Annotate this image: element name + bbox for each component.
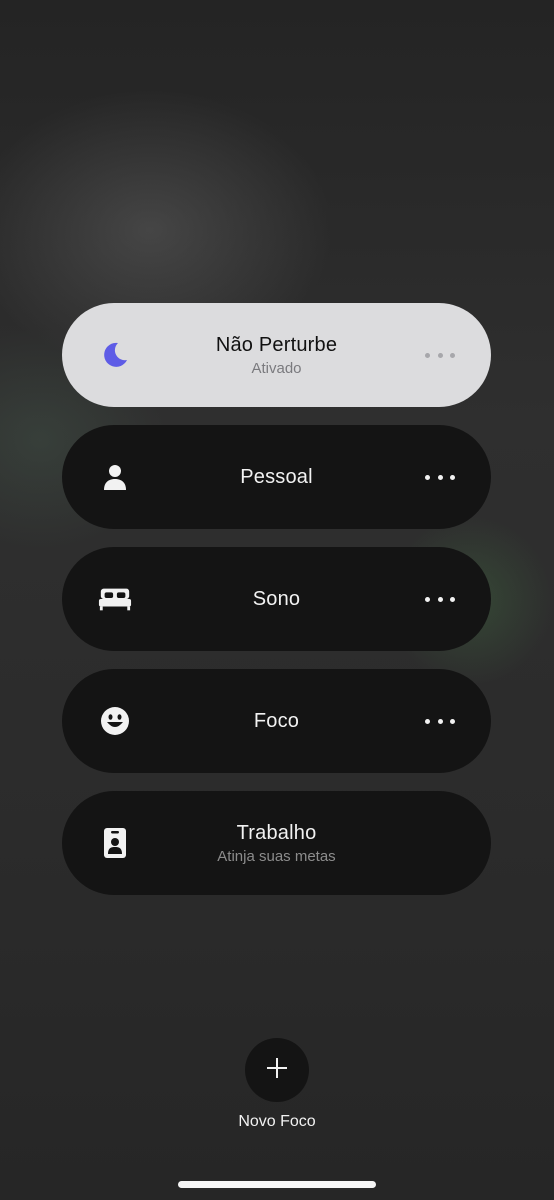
more-dot xyxy=(437,596,443,602)
smiley-icon xyxy=(98,704,132,738)
bed-icon xyxy=(98,582,132,616)
focus-title: Sono xyxy=(252,587,301,610)
focus-item-trabalho[interactable]: Trabalho Atinja suas metas xyxy=(62,791,491,895)
more-dot xyxy=(425,474,430,480)
id-badge-icon xyxy=(98,826,132,860)
focus-title: Trabalho xyxy=(236,821,317,844)
focus-item-nao-perturbe[interactable]: Não Perturbe Ativado xyxy=(62,303,491,407)
more-dot xyxy=(450,596,455,602)
more-options-button[interactable] xyxy=(425,345,455,365)
focus-mode-list: Não Perturbe Ativado Pessoal Sono Foco T… xyxy=(62,303,491,913)
more-options-button[interactable] xyxy=(425,589,455,609)
new-focus-button[interactable] xyxy=(245,1038,309,1102)
focus-subtitle: Atinja suas metas xyxy=(217,847,336,865)
more-dot xyxy=(437,474,443,480)
focus-item-foco[interactable]: Foco xyxy=(62,669,491,773)
more-dot xyxy=(425,352,430,358)
more-dot xyxy=(450,718,455,724)
focus-title: Não Perturbe xyxy=(215,333,338,356)
focus-title: Foco xyxy=(253,709,300,732)
moon-icon xyxy=(98,338,132,372)
more-dot xyxy=(437,718,443,724)
focus-title: Pessoal xyxy=(240,465,313,488)
home-indicator[interactable] xyxy=(178,1181,376,1188)
new-focus-label: Novo Foco xyxy=(238,1113,316,1130)
more-dot xyxy=(425,718,430,724)
focus-subtitle: Ativado xyxy=(251,359,302,377)
more-dot xyxy=(437,352,443,358)
plus-icon xyxy=(266,1057,288,1084)
person-icon xyxy=(98,460,132,494)
more-dot xyxy=(450,352,455,358)
more-dot xyxy=(450,474,455,480)
more-options-button[interactable] xyxy=(425,467,455,487)
more-dot xyxy=(425,596,430,602)
focus-item-pessoal[interactable]: Pessoal xyxy=(62,425,491,529)
more-options-button[interactable] xyxy=(425,711,455,731)
focus-item-sono[interactable]: Sono xyxy=(62,547,491,651)
